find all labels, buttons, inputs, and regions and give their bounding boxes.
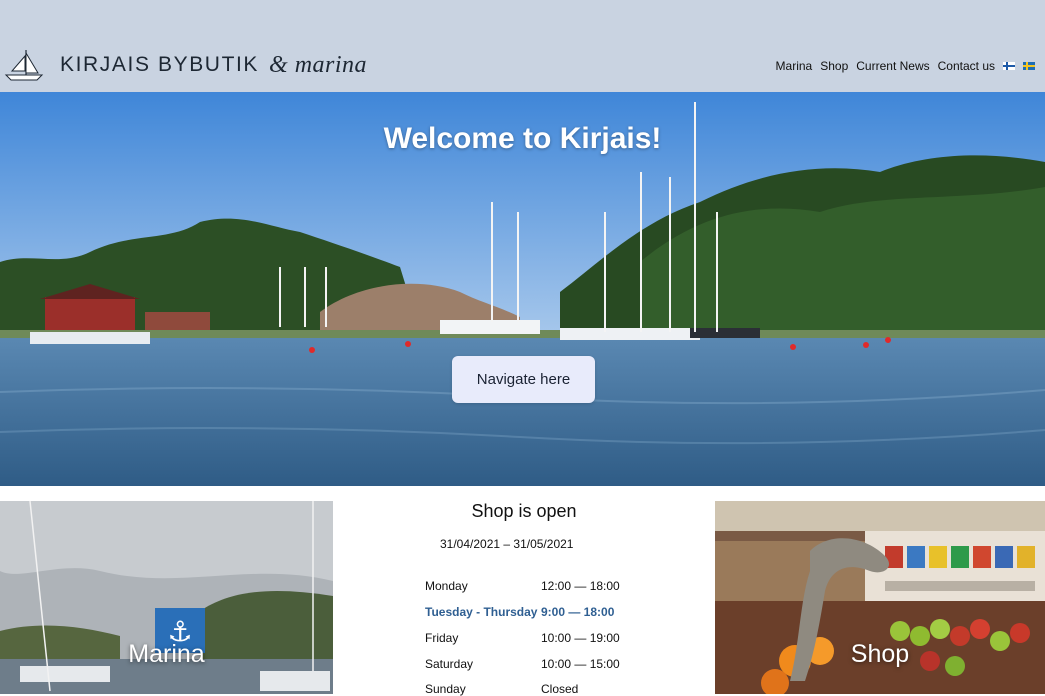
marina-tile[interactable]: ⚓ Marina <box>0 501 333 694</box>
marina-tile-label: Marina <box>128 640 205 668</box>
hero-title: Welcome to Kirjais! <box>383 122 662 155</box>
hours-period: 31/04/2021 – 31/05/2021 <box>440 537 574 551</box>
shop-tile[interactable]: Shop <box>715 501 1045 694</box>
logo-name: KIRJAIS BYBUTIK <box>60 53 260 76</box>
shop-tile-label: Shop <box>850 640 910 668</box>
nav-marina[interactable]: Marina <box>776 59 813 73</box>
hours-time: 10:00 — 15:00 <box>541 657 620 671</box>
site-logo[interactable]: KIRJAIS BYBUTIK & marina <box>4 47 384 83</box>
swedish-flag-icon[interactable] <box>1023 62 1035 70</box>
nav-current-news[interactable]: Current News <box>856 59 929 73</box>
hours-time: 12:00 — 18:00 <box>541 579 620 593</box>
nav-shop[interactable]: Shop <box>820 59 848 73</box>
opening-hours: Shop is open 31/04/2021 – 31/05/2021 Mon… <box>333 501 715 696</box>
site-header: KIRJAIS BYBUTIK & marina Marina Shop Cur… <box>0 0 1045 92</box>
hours-day: Saturday <box>425 657 474 671</box>
hours-title: Shop is open <box>471 501 577 521</box>
hours-day: Monday <box>425 579 468 593</box>
hours-day: Tuesday - Thursday <box>425 605 538 619</box>
sailboat-logo-icon <box>4 50 44 81</box>
nav-contact-us[interactable]: Contact us <box>938 59 995 73</box>
navigate-here-button[interactable]: Navigate here <box>452 356 595 403</box>
hours-time: 10:00 — 19:00 <box>541 631 620 645</box>
logo-suffix: & marina <box>269 51 368 78</box>
main-nav: Marina Shop Current News Contact us <box>776 59 1035 73</box>
hours-time: 9:00 — 18:00 <box>541 605 615 619</box>
hero-banner: Welcome to Kirjais! Navigate here <box>0 92 1045 486</box>
finnish-flag-icon[interactable] <box>1003 62 1015 70</box>
hours-day: Friday <box>425 631 459 645</box>
